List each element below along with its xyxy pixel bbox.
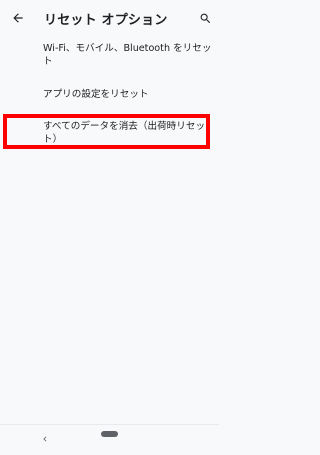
search-icon [200,13,210,23]
arrow-back-icon [13,13,23,23]
option-label: アプリの設定をリセット [43,89,149,100]
option-reset-app-preferences[interactable]: アプリの設定をリセット [0,78,219,114]
nav-back-button[interactable] [38,432,52,446]
app-bar: リセット オプション [0,0,219,36]
back-button[interactable] [6,6,30,30]
chevron-left-icon [43,436,47,442]
navigation-bar [0,424,219,455]
highlight-box [3,114,210,149]
home-pill-icon[interactable] [101,431,118,437]
page-title: リセット オプション [44,13,168,28]
search-button[interactable] [193,6,217,30]
option-reset-network[interactable]: Wi-Fi、モバイル、Bluetooth をリセット [0,38,219,78]
option-label: Wi-Fi、モバイル、Bluetooth をリセット [43,43,212,67]
